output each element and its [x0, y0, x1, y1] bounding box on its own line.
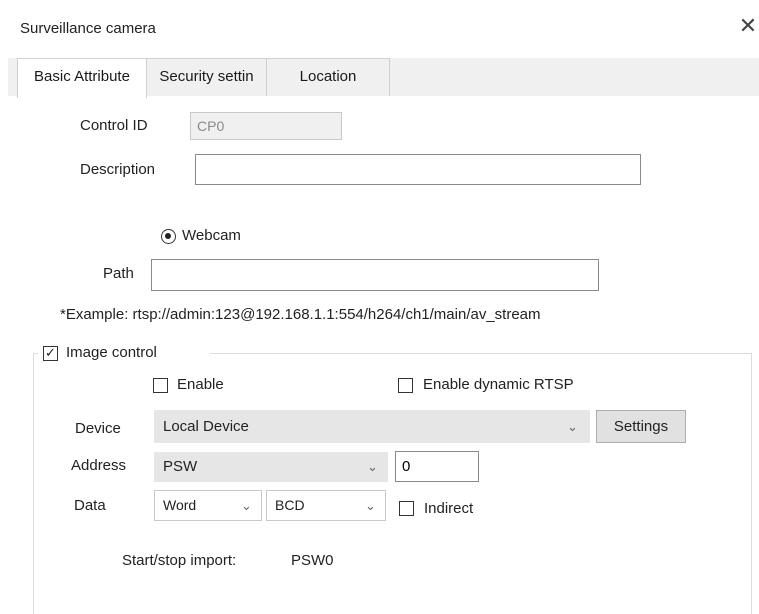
chevron-down-icon: ⌄ — [567, 419, 578, 434]
chevron-down-icon: ⌄ — [367, 459, 378, 474]
image-control-group — [33, 353, 752, 614]
enable-checkbox[interactable] — [153, 378, 168, 393]
tab-security-settings[interactable]: Security settin — [146, 58, 267, 96]
tab-label: Basic Attribute — [34, 68, 130, 85]
enable-label: Enable — [177, 376, 224, 393]
chevron-down-icon: ⌄ — [365, 498, 376, 513]
tab-label: Security settin — [159, 68, 254, 85]
tab-location[interactable]: Location — [266, 58, 390, 96]
webcam-radio[interactable] — [161, 229, 176, 244]
address-value-field[interactable] — [395, 451, 479, 482]
data-format-value: BCD — [275, 497, 305, 513]
description-label: Description — [80, 161, 156, 178]
device-label: Device — [75, 420, 121, 437]
address-type-dropdown[interactable]: PSW ⌄ — [154, 452, 388, 482]
control-id-label: Control ID — [80, 117, 148, 134]
example-hint: *Example: rtsp://admin:123@192.168.1.1:5… — [60, 306, 541, 323]
address-type-value: PSW — [163, 458, 198, 475]
window-title: Surveillance camera — [20, 20, 156, 37]
image-control-checkbox[interactable]: ✓ — [43, 346, 58, 361]
close-icon[interactable]: ✕ — [736, 14, 759, 38]
data-type-value: Word — [163, 497, 197, 513]
image-control-label: Image control — [66, 344, 157, 361]
enable-dynamic-rtsp-checkbox[interactable] — [398, 378, 413, 393]
path-field[interactable] — [151, 259, 599, 291]
indirect-label: Indirect — [424, 500, 474, 517]
device-dropdown-value: Local Device — [163, 418, 249, 435]
data-format-dropdown[interactable]: BCD ⌄ — [266, 490, 386, 521]
title-bar: Surveillance camera ✕ — [0, 0, 759, 58]
tab-basic-attribute[interactable]: Basic Attribute — [17, 58, 147, 98]
description-field[interactable] — [195, 154, 641, 185]
data-type-dropdown[interactable]: Word ⌄ — [154, 490, 262, 521]
address-label: Address — [71, 457, 127, 474]
enable-dynamic-rtsp-label: Enable dynamic RTSP — [423, 376, 574, 393]
dialog-window: Surveillance camera ✕ Basic Attribute Se… — [0, 0, 759, 614]
data-label: Data — [74, 497, 106, 514]
start-stop-import-label: Start/stop import: — [122, 552, 237, 569]
device-dropdown[interactable]: Local Device ⌄ — [154, 410, 590, 443]
control-id-field — [190, 112, 342, 140]
path-label: Path — [103, 265, 134, 282]
webcam-label: Webcam — [182, 227, 241, 244]
indirect-checkbox[interactable] — [399, 501, 414, 516]
start-stop-import-value: PSW0 — [291, 552, 334, 569]
chevron-down-icon: ⌄ — [241, 498, 252, 513]
tab-label: Location — [299, 68, 357, 85]
settings-button[interactable]: Settings — [596, 410, 686, 443]
